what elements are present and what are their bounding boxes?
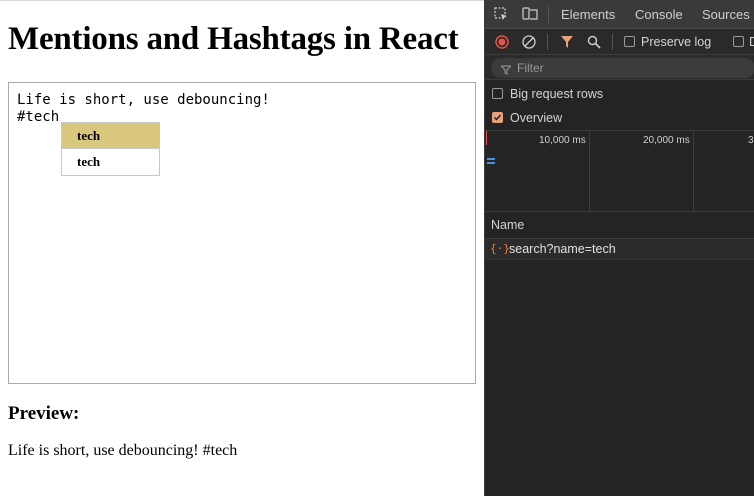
overview-label: Overview: [510, 111, 563, 125]
timeline-tick-20000: 20,000 ms: [643, 135, 690, 146]
tab-console[interactable]: Console: [635, 7, 683, 22]
disable-cache-label: D: [749, 35, 754, 49]
timeline-request-bar: [487, 158, 495, 160]
fetch-icon: {·}: [490, 242, 510, 255]
clear-icon[interactable]: [522, 35, 536, 49]
filter-funnel-icon: [500, 62, 512, 75]
network-overview-timeline[interactable]: 10,000 ms 20,000 ms 3: [485, 130, 754, 212]
filter-placeholder: Filter: [517, 61, 544, 75]
device-toggle-icon[interactable]: [522, 7, 538, 21]
suggestion-item[interactable]: tech: [62, 149, 159, 175]
tab-sources[interactable]: Sources: [702, 7, 750, 22]
filter-icon[interactable]: [560, 35, 574, 49]
devtools-tab-bar: Elements Console Sources: [485, 0, 754, 29]
big-request-rows-label: Big request rows: [510, 87, 604, 101]
editor-line-2: #tech: [17, 109, 60, 125]
name-header-label: Name: [491, 218, 525, 232]
devtools-panel: Elements Console Sources Preserve log D …: [484, 0, 754, 496]
overview-checkbox[interactable]: [492, 112, 503, 123]
big-request-rows-checkbox[interactable]: [492, 88, 503, 99]
timeline-tick-10000: 10,000 ms: [539, 135, 586, 146]
preserve-log-label: Preserve log: [641, 35, 712, 49]
network-toolbar: Preserve log D: [485, 29, 754, 55]
suggestion-item-active[interactable]: tech: [62, 123, 159, 149]
preserve-log-checkbox[interactable]: [624, 36, 635, 47]
timeline-request-bar: [487, 162, 495, 164]
preview-heading: Preview:: [8, 403, 80, 424]
page-title: Mentions and Hashtags in React: [8, 21, 459, 57]
editor-line-1: Life is short, use debouncing!: [17, 92, 270, 108]
browser-page: Mentions and Hashtags in React Life is s…: [0, 0, 484, 496]
disable-cache-checkbox[interactable]: [733, 36, 744, 47]
filter-row: Filter: [485, 55, 754, 80]
search-icon[interactable]: [587, 35, 601, 49]
name-column-header[interactable]: Name: [485, 212, 754, 239]
timeline-tick-30000: 3: [748, 135, 754, 146]
suggestion-dropdown: tech tech: [61, 122, 160, 176]
network-request-row[interactable]: {·} search?name=tech: [485, 239, 754, 260]
inspect-icon[interactable]: [494, 7, 508, 21]
editor-content[interactable]: Life is short, use debouncing! #tech: [17, 92, 270, 126]
tab-elements[interactable]: Elements: [561, 7, 615, 22]
record-icon[interactable]: [495, 35, 509, 49]
preview-text: Life is short, use debouncing! #tech: [8, 442, 238, 459]
request-name: search?name=tech: [509, 242, 616, 256]
